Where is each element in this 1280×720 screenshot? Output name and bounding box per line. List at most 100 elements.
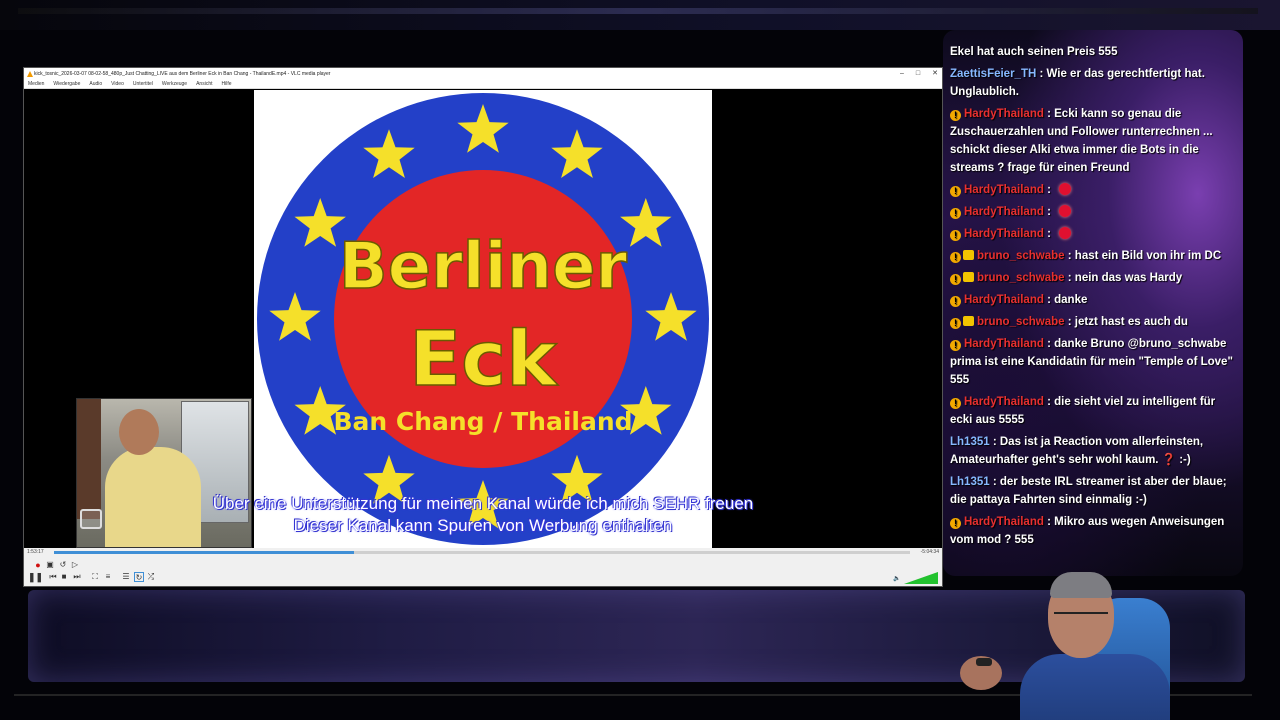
chat-separator: : (1064, 272, 1075, 284)
crown-badge-icon (963, 250, 974, 260)
chat-username[interactable]: HardyThailand (964, 516, 1044, 528)
logo-text-eck: Eck (409, 314, 558, 403)
time-elapsed: 1:53:17 (27, 549, 44, 555)
chat-separator: : (1043, 516, 1055, 528)
maximize-icon[interactable]: □ (916, 68, 920, 80)
next-icon[interactable]: ⏭ (72, 572, 82, 582)
streamer-hair (1050, 572, 1112, 598)
menu-media[interactable]: Medien (28, 80, 44, 88)
chat-message: ! HardyThailand : (950, 181, 1236, 199)
chat-emote-icon (1059, 205, 1072, 217)
chat-message: Lh1351 : Das ist ja Reaction vom allerfe… (950, 433, 1236, 469)
chat-separator: : (1064, 250, 1075, 262)
shuffle-icon[interactable]: ⤮ (146, 572, 156, 582)
chat-username[interactable]: bruno_schwabe (977, 272, 1065, 284)
streamer-webcam (960, 568, 1200, 720)
menu-tools[interactable]: Werkzeuge (162, 80, 187, 88)
vlc-controls: 1:53:17 -5:04:34 ● ▣ ↺ ▷ ❚❚ ⏮ ■ ⏭ ⛶ ≡ ☰ … (24, 548, 942, 586)
loop-icon[interactable]: ↻ (134, 572, 144, 582)
chat-username[interactable]: ZaettisFeier_TH (950, 68, 1036, 80)
subscriber-badge-icon: ! (950, 252, 961, 263)
chat-text: nein das was Hardy (1074, 272, 1183, 284)
chat-text: jetzt hast es auch du (1074, 316, 1188, 328)
volume-slider[interactable] (904, 572, 938, 584)
seek-bar-fill (54, 551, 354, 554)
chat-username[interactable]: HardyThailand (964, 294, 1044, 306)
subscriber-badge-icon: ! (950, 340, 961, 351)
chat-separator: : (1043, 338, 1055, 350)
crown-badge-icon (963, 272, 974, 282)
playlist-icon[interactable]: ☰ (121, 572, 131, 582)
menu-playback[interactable]: Wiedergabe (53, 80, 80, 88)
chat-separator: : (989, 476, 1000, 488)
menu-subtitles[interactable]: Untertitel (133, 80, 153, 88)
chat-message: ! bruno_schwabe : nein das was Hardy (950, 269, 1236, 287)
chat-separator: : (1036, 68, 1047, 80)
subscriber-badge-icon: ! (950, 230, 961, 241)
vlc-window[interactable]: kick_tosnic_2026-03-07 08-02-58_480p_Jus… (23, 67, 943, 587)
subtitle-line-1: Über eine Unterstützung für meinen Kanal… (212, 494, 754, 513)
berliner-eck-logo: Berliner Eck Ban Chang / Thailand (254, 90, 712, 548)
seek-bar[interactable] (54, 551, 910, 554)
fullscreen-icon[interactable]: ⛶ (90, 572, 100, 582)
chat-message: Ekel hat auch seinen Preis 555 (950, 43, 1236, 61)
logo-text-location: Ban Chang / Thailand (333, 407, 632, 436)
chat-username[interactable]: bruno_schwabe (977, 250, 1065, 262)
microphone-icon (976, 658, 992, 666)
menu-audio[interactable]: Audio (89, 80, 102, 88)
menu-video[interactable]: Video (111, 80, 124, 88)
streamer-glasses (1054, 612, 1108, 624)
frame-step-icon[interactable]: ▷ (70, 560, 80, 570)
menu-view[interactable]: Ansicht (196, 80, 212, 88)
chat-username[interactable]: HardyThailand (964, 206, 1044, 218)
chat-message: ! HardyThailand : (950, 225, 1236, 243)
chat-separator: : (989, 436, 1000, 448)
time-remaining[interactable]: -5:04:34 (921, 549, 939, 555)
subscriber-badge-icon: ! (950, 398, 961, 409)
chat-username[interactable]: HardyThailand (964, 108, 1044, 120)
chat-message: ! HardyThailand : die sieht viel zu intel… (950, 393, 1236, 429)
chat-username[interactable]: HardyThailand (964, 184, 1044, 196)
prev-icon[interactable]: ⏮ (48, 572, 58, 582)
loop-ab-icon[interactable]: ↺ (58, 560, 68, 570)
chat-separator: : (1043, 294, 1055, 306)
subscriber-badge-icon: ! (950, 110, 961, 121)
chat-username[interactable]: HardyThailand (964, 338, 1044, 350)
chat-panel: Ekel hat auch seinen Preis 555 ZaettisFei… (943, 30, 1243, 576)
chat-message: ZaettisFeier_TH : Wie er das gerechtfert… (950, 65, 1236, 101)
chat-message: ! bruno_schwabe : jetzt hast es auch du (950, 313, 1236, 331)
chat-username[interactable]: HardyThailand (964, 228, 1044, 240)
menu-help[interactable]: Hilfe (222, 80, 232, 88)
stop-icon[interactable]: ■ (59, 572, 69, 582)
subscriber-badge-icon: ! (950, 186, 961, 197)
chat-username[interactable]: Lh1351 (950, 476, 990, 488)
subscriber-badge-icon: ! (950, 296, 961, 307)
chat-message: ! HardyThailand : danke Bruno @bruno_schw… (950, 335, 1236, 389)
logo-graphic: Berliner Eck Ban Chang / Thailand (257, 93, 709, 545)
minimize-icon[interactable]: – (900, 68, 904, 80)
record-icon[interactable]: ● (33, 560, 43, 570)
chat-emote-icon (1059, 227, 1072, 239)
vlc-cone-icon (27, 71, 33, 77)
video-area[interactable]: Berliner Eck Ban Chang / Thailand Über e… (24, 90, 942, 548)
chat-text: hast ein Bild von ihr im DC (1074, 250, 1222, 262)
chat-username[interactable]: HardyThailand (964, 396, 1044, 408)
chat-separator: : (1043, 228, 1055, 240)
vlc-titlebar[interactable]: kick_tosnic_2026-03-07 08-02-58_480p_Jus… (24, 68, 942, 80)
snapshot-icon[interactable]: ▣ (45, 560, 55, 570)
subtitle-line-2: Dieser Kanal kann Spuren von Werbung ent… (293, 516, 673, 535)
subtitles: Über eine Unterstützung für meinen Kanal… (24, 493, 942, 537)
volume-icon[interactable]: 🔈 (892, 574, 902, 584)
subscriber-badge-icon: ! (950, 518, 961, 529)
close-icon[interactable]: ✕ (932, 68, 938, 80)
subscriber-badge-icon: ! (950, 318, 961, 329)
webcam-person-head (119, 409, 159, 455)
subscriber-badge-icon: ! (950, 208, 961, 219)
chat-separator: : (1043, 206, 1055, 218)
extended-settings-icon[interactable]: ≡ (103, 572, 113, 582)
chat-username[interactable]: bruno_schwabe (977, 316, 1065, 328)
pause-icon[interactable]: ❚❚ (28, 572, 43, 582)
chat-message: Lh1351 : der beste IRL streamer ist aber… (950, 473, 1236, 509)
chat-username[interactable]: Lh1351 (950, 436, 990, 448)
chat-text: Ekel hat auch seinen Preis 555 (950, 46, 1118, 58)
